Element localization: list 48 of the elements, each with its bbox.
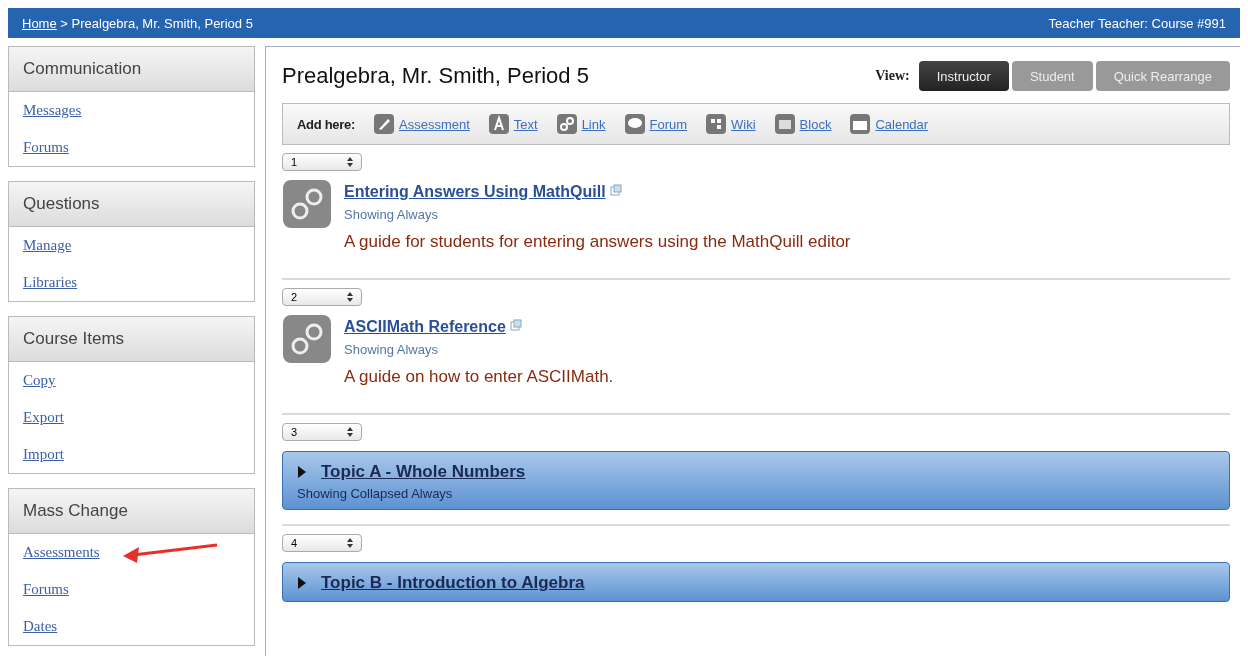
add-item-link[interactable]: Text: [513, 116, 538, 132]
add-item-link[interactable]: Calendar: [875, 116, 929, 132]
add-item-link[interactable]: Wiki: [731, 116, 756, 132]
external-link-icon: [509, 319, 522, 331]
block-title-link[interactable]: Topic B - Introduction to Algebra: [321, 573, 585, 593]
user-course-info: Teacher Teacher: Course #991: [1048, 15, 1226, 31]
item-title-link[interactable]: ASCIIMath Reference: [344, 318, 506, 336]
visibility-status: Showing Always: [344, 207, 439, 222]
order-select[interactable]: 2: [282, 288, 362, 306]
stepper-icon: [347, 427, 353, 437]
section-header: Questions: [9, 182, 254, 227]
stepper-icon: [347, 538, 353, 548]
external-link-icon: [609, 184, 622, 196]
item-description: A guide on how to enter ASCIIMath.: [344, 367, 614, 387]
section-header: Course Items: [9, 317, 254, 362]
order-select[interactable]: 1: [282, 153, 362, 171]
item-title-link[interactable]: Entering Answers Using MathQuill: [344, 183, 606, 201]
add-here-label: Add here:: [297, 116, 355, 132]
section-header: Mass Change: [9, 489, 254, 534]
breadcrumb: Home > Prealgebra, Mr. Smith, Period 5: [22, 15, 253, 31]
speech-bubble-icon: [623, 113, 646, 135]
home-link[interactable]: Home: [22, 15, 57, 31]
link-icon: [282, 179, 332, 229]
add-item-link[interactable]: Assessment: [399, 116, 470, 132]
add-item-link[interactable]: Link: [581, 116, 606, 132]
link-icon: [282, 314, 332, 364]
view-label: View:: [875, 68, 910, 84]
order-select[interactable]: 4: [282, 534, 362, 552]
order-select[interactable]: 3: [282, 423, 362, 441]
visibility-status: Showing Collapsed Always: [297, 486, 454, 501]
section-header: Communication: [9, 47, 254, 92]
folder-icon: [773, 113, 796, 135]
link-icon: [555, 113, 578, 135]
add-item-link[interactable]: Forum: [649, 116, 688, 132]
add-item-link[interactable]: Block: [799, 116, 832, 132]
view-button[interactable]: Instructor: [918, 61, 1009, 91]
stepper-icon: [347, 157, 353, 167]
item-description: A guide for students for entering answers using the MathQuill editor: [344, 232, 851, 252]
triangle-icon: [297, 465, 307, 479]
visibility-status: Showing Always: [344, 342, 439, 357]
pencil-icon: [373, 113, 395, 135]
block-title-link[interactable]: Topic A - Whole Numbers: [321, 462, 526, 482]
stepper-icon: [347, 292, 353, 302]
triangle-icon: [297, 576, 307, 590]
puzzle-icon: [705, 113, 728, 135]
letter-icon: [487, 113, 510, 135]
calendar-icon: [849, 113, 872, 135]
course-title: Prealgebra, Mr. Smith, Period 5: [282, 63, 589, 89]
